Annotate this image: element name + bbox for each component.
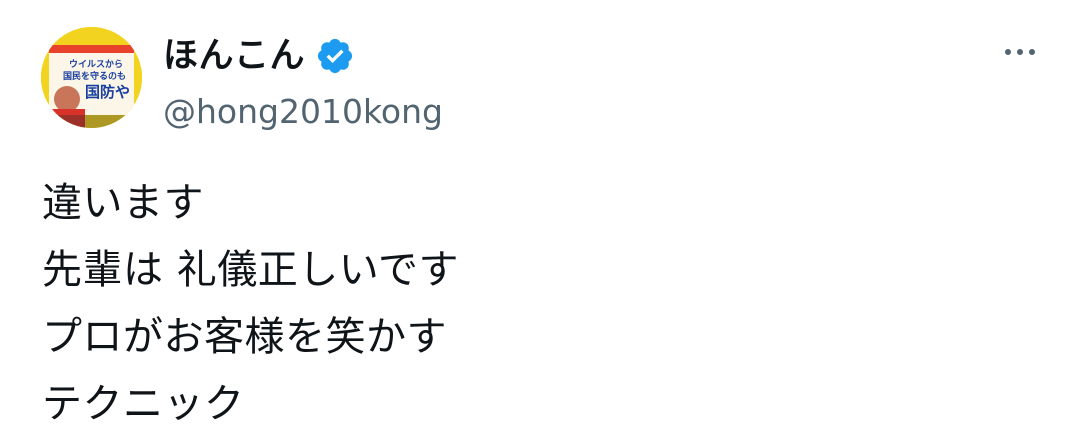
avatar-caption-line1: ウイルスから: [69, 59, 123, 70]
author-header: ほんこん @hong2010kong: [163, 30, 443, 134]
tweet-card: ウイルスから 国民を守るのも 国防や ほんこん @hong2010kong 違い…: [0, 0, 1082, 442]
avatar-caption-line2: 国民を守るのも: [63, 70, 126, 82]
more-horizontal-icon: [1029, 49, 1035, 55]
tweet-text-line: プロがお客様を笑かす: [42, 314, 447, 360]
avatar-caption-line3: 国防や: [85, 83, 130, 101]
author-handle[interactable]: @hong2010kong: [163, 90, 443, 134]
more-horizontal-icon: [1005, 49, 1011, 55]
tweet-text-line: 先輩は 礼儀正しいです: [42, 247, 460, 293]
tweet-text: 違います 先輩は 礼儀正しいです プロがお客様を笑かす テクニック: [42, 170, 1022, 438]
tweet-text-line: 違います: [42, 180, 204, 226]
tweet-text-line: テクニック: [42, 381, 245, 427]
more-options-button[interactable]: [1000, 40, 1040, 64]
name-row: ほんこん: [163, 30, 443, 82]
verified-badge-icon: [315, 36, 355, 76]
avatar-image: ウイルスから 国民を守るのも 国防や: [41, 27, 142, 128]
author-display-name[interactable]: ほんこん: [163, 30, 305, 82]
author-avatar[interactable]: ウイルスから 国民を守るのも 国防や: [41, 27, 142, 128]
more-horizontal-icon: [1017, 49, 1023, 55]
